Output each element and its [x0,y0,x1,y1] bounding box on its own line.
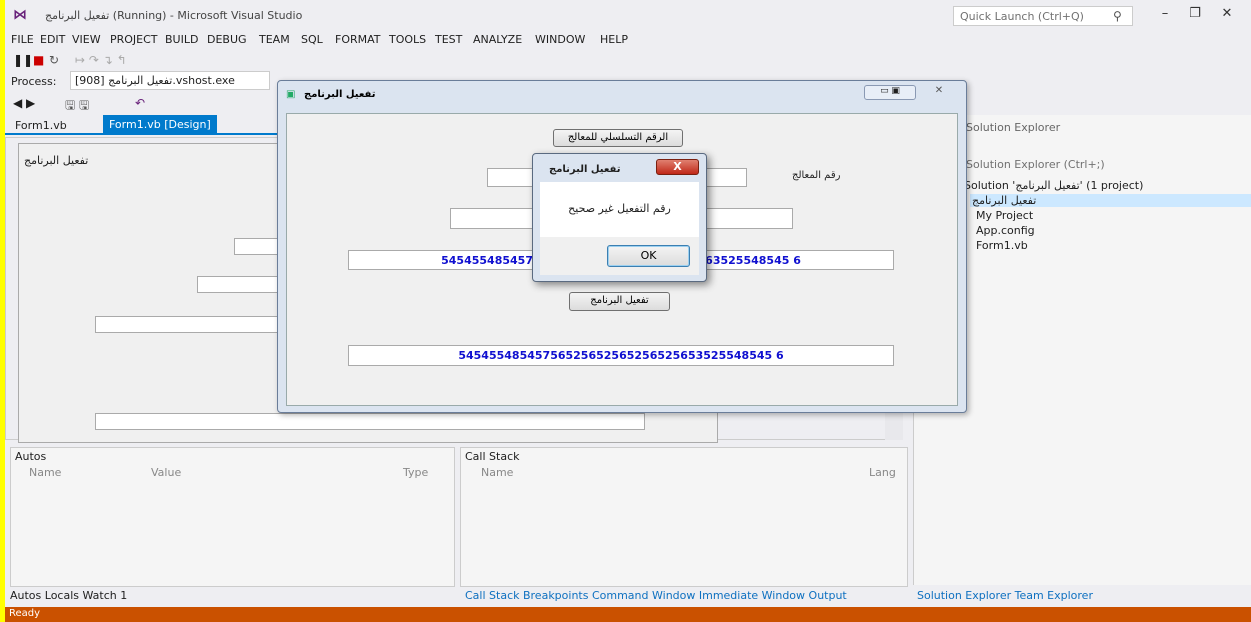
menu-test[interactable]: TEST [435,33,462,46]
col-name: Name [29,466,62,479]
menu-window[interactable]: WINDOW [535,33,585,46]
processor-label: رقم المعالج [792,170,841,181]
tab-form1-design[interactable]: Form1.vb [Design] [103,115,217,133]
menu-help[interactable]: HELP [600,33,628,46]
call-stack-panel: Call Stack Name Lang [460,447,908,587]
callstack-title: Call Stack [465,450,520,463]
project-node[interactable]: تفعيل البرنامج [970,194,1251,207]
undo-icon[interactable]: ↶ [135,96,145,110]
solution-node[interactable]: Solution 'تفعيل البرنامج' (1 project) [964,179,1143,192]
menu-tools[interactable]: TOOLS [389,33,426,46]
stop-icon[interactable]: ■ [33,53,44,67]
activate-button[interactable]: تفعيل البرنامج [569,292,670,311]
form-icon: ▣ [286,89,296,100]
form-min-max[interactable]: ▭ ▣ [864,85,916,100]
debug-tabs[interactable]: Autos Locals Watch 1 [10,589,127,602]
navigate-icons[interactable]: ◀ ▶ [13,96,35,110]
menu-edit[interactable]: EDIT [40,33,65,46]
tree-item-app-config[interactable]: App.config [976,224,1035,237]
autos-panel: Autos Name Value Type [10,447,455,587]
tab-form1-vb[interactable]: Form1.vb [9,118,73,133]
menu-sql[interactable]: SQL [301,33,323,46]
step-icons[interactable]: ↦ ↷ ↴ ↰ [75,53,127,67]
tree-item-form1[interactable]: Form1.vb [976,239,1028,252]
search-icon[interactable]: ⚲ [1113,9,1122,23]
menu-view[interactable]: VIEW [72,33,101,46]
tree-item-my-project[interactable]: My Project [976,209,1033,222]
result-output[interactable]: 5454554854575652565256525652565352554854… [348,345,894,366]
window-title: تفعيل البرنامج (Running) - Microsoft Vis… [45,9,303,22]
menu-analyze[interactable]: ANALYZE [473,33,522,46]
dialog-close-button[interactable]: X [656,159,699,175]
design-textbox[interactable] [95,413,645,430]
vs-logo-icon: ⋈ [13,7,27,23]
status-bar: Ready [5,607,1251,622]
pause-icon[interactable]: ❚❚ [13,53,33,67]
menu-team[interactable]: TEAM [259,33,290,46]
close-icon[interactable]: ✕ [1217,6,1237,24]
solution-explorer-title: Solution Explorer [966,121,1061,134]
save-icons[interactable]: 🖫 🖫 [65,96,89,117]
dialog-title: تفعيل البرنامج [549,164,621,175]
ok-button[interactable]: OK [607,245,690,267]
solution-search-input[interactable]: Solution Explorer (Ctrl+;) [966,158,1105,171]
debug-toolbar: ❚❚ ■ ↻ ↦ ↷ ↴ ↰ [5,50,1251,72]
message-dialog: تفعيل البرنامج X رقم التفعيل غير صحيح OK [532,153,707,282]
form-close-icon[interactable]: ✕ [921,85,957,100]
menu-bar: FILE EDIT VIEW PROJECT BUILD DEBUG TEAM … [5,30,1251,50]
output-tabs[interactable]: Call Stack Breakpoints Command Window Im… [465,589,847,602]
quick-launch-input[interactable]: Quick Launch (Ctrl+Q) [953,6,1133,26]
process-label: Process: [11,75,57,88]
design-form-title: تفعيل البرنامج [24,154,89,167]
running-form-title: تفعيل البرنامج [304,89,376,100]
col-type: Type [403,466,429,479]
menu-file[interactable]: FILE [11,33,34,46]
menu-debug[interactable]: DEBUG [207,33,247,46]
col-value: Value [151,466,182,479]
autos-title: Autos [15,450,47,463]
menu-build[interactable]: BUILD [165,33,198,46]
col-lang: Lang [869,466,896,479]
dialog-message: رقم التفعيل غير صحيح [568,202,671,215]
design-textbox[interactable] [95,316,295,333]
minimize-icon[interactable]: – [1155,6,1175,24]
restore-icon[interactable]: ❐ [1185,6,1205,24]
menu-format[interactable]: FORMAT [335,33,381,46]
menu-project[interactable]: PROJECT [110,33,158,46]
dialog-body: رقم التفعيل غير صحيح [540,182,699,237]
dialog-footer: OK [540,237,699,275]
restart-icon[interactable]: ↻ [49,53,59,67]
col-name: Name [481,466,514,479]
title-bar: ⋈ تفعيل البرنامج (Running) - Microsoft V… [5,0,1251,30]
serial-button[interactable]: الرقم التسلسلي للمعالج [553,129,683,147]
process-select[interactable]: [908] تفعيل البرنامج.vshost.exe [70,71,270,90]
explorer-tabs[interactable]: Solution Explorer Team Explorer [917,589,1093,602]
